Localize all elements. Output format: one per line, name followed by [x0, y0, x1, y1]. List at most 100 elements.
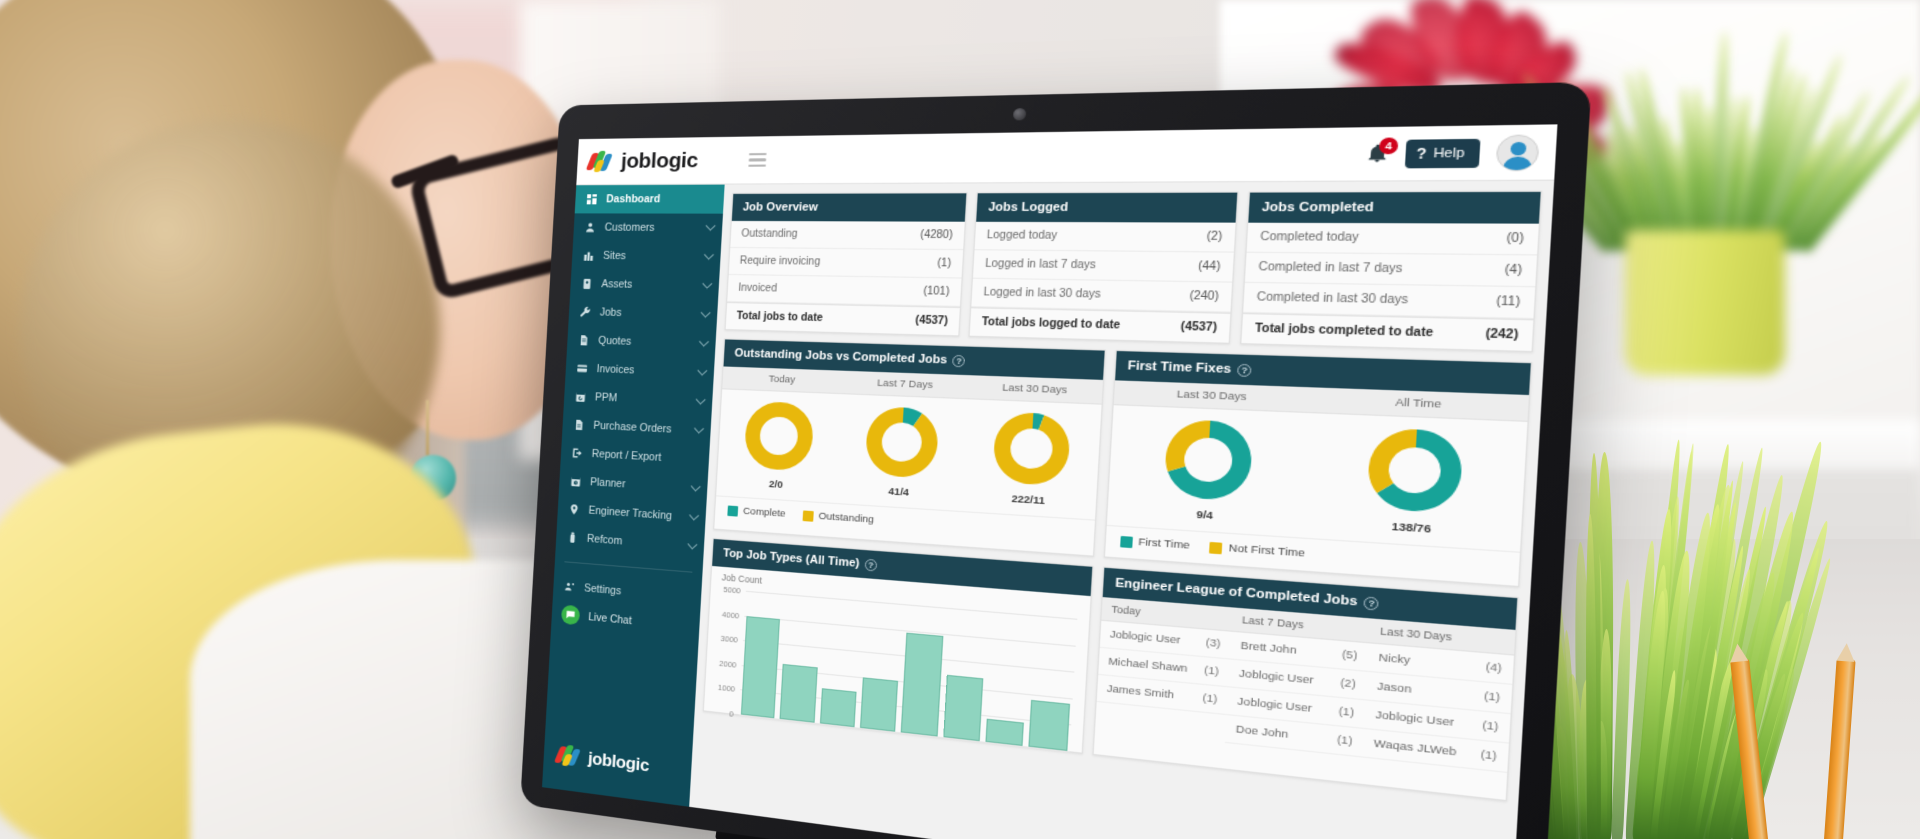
chevron-down-icon[interactable] — [691, 481, 701, 491]
engineer-name: Waqas JLWeb — [1373, 737, 1456, 759]
bar-chart-plot: 5000 4000 3000 2000 1000 0 — [739, 591, 1077, 751]
chevron-down-icon[interactable] — [704, 249, 714, 259]
legend-label: Complete — [743, 505, 786, 519]
engineer-name: James Smith — [1106, 683, 1174, 702]
chevron-down-icon[interactable] — [701, 307, 711, 317]
engineer-name: Michael Shawn — [1108, 655, 1188, 675]
monitor: joblogic 4 ? Help Dashboard Customers Si… — [540, 105, 1420, 805]
engineer-count: (3) — [1205, 637, 1220, 651]
engineer-name: Joblogic User — [1237, 695, 1312, 715]
app-logo[interactable]: joblogic — [588, 148, 739, 174]
document-icon — [577, 334, 590, 347]
donut-chart — [864, 395, 940, 488]
engineer-count: (1) — [1337, 733, 1353, 748]
chevron-down-icon[interactable] — [697, 365, 707, 375]
windowsill-grass-plant — [1585, 10, 1815, 250]
card-job-overview: Job Overview Outstanding (4280) Require in… — [725, 192, 968, 336]
sidebar-item-dashboard[interactable]: Dashboard — [575, 185, 725, 214]
export-icon — [570, 446, 583, 460]
stat-label: Total jobs completed to date — [1255, 323, 1434, 340]
chevron-down-icon[interactable] — [696, 394, 706, 404]
stat-label: Completed today — [1260, 231, 1359, 245]
stat-row: Completed today (0) — [1247, 223, 1539, 256]
notification-bell-icon[interactable]: 4 — [1365, 142, 1390, 166]
stat-list: Completed today (0) Completed in last 7 da… — [1241, 223, 1539, 351]
stat-row: Logged today (2) — [975, 222, 1236, 253]
bar[interactable] — [943, 675, 983, 741]
donut-value-label: 41/4 — [888, 486, 910, 508]
stat-row: Logged in last 7 days (44) — [973, 250, 1234, 282]
sidebar-item-label: Report / Export — [591, 448, 661, 464]
bar[interactable] — [820, 688, 857, 727]
app-body: Dashboard Customers Sites Assets Jobs Quotes I… — [542, 181, 1554, 839]
dashboard-grid-icon — [585, 193, 598, 206]
bar[interactable] — [1029, 699, 1070, 751]
bar[interactable] — [985, 718, 1024, 746]
help-button-label: Help — [1433, 146, 1465, 161]
stat-label: Require invoicing — [739, 255, 820, 268]
help-circle-icon[interactable]: ? — [952, 354, 965, 366]
help-circle-icon[interactable]: ? — [1237, 363, 1252, 376]
bar[interactable] — [860, 677, 898, 732]
bar[interactable] — [741, 616, 780, 719]
main-content: Job Overview Outstanding (4280) Require in… — [689, 181, 1554, 839]
engineer-count: (1) — [1482, 719, 1499, 734]
chevron-down-icon[interactable] — [689, 510, 699, 520]
chevron-down-icon[interactable] — [694, 423, 704, 433]
sidebar-item-assets[interactable]: Assets — [570, 270, 720, 301]
donut-chart — [743, 390, 815, 481]
legend-swatch — [802, 510, 813, 521]
donut-column: Last 7 Days 41/4 — [836, 371, 970, 511]
stat-label: Invoiced — [738, 282, 777, 294]
hamburger-menu-icon[interactable] — [748, 153, 766, 167]
stat-label: Completed in last 7 days — [1258, 261, 1403, 276]
bar[interactable] — [780, 664, 817, 723]
legend-item: First Time — [1120, 535, 1190, 552]
sidebar-item-sites[interactable]: Sites — [571, 241, 721, 271]
sidebar-item-customers[interactable]: Customers — [573, 213, 723, 242]
donut-column: Today 2/0 — [716, 366, 843, 503]
donut-period-label: Last 7 Days — [842, 371, 970, 400]
help-circle-icon[interactable]: ? — [865, 558, 878, 571]
settings-user-icon — [563, 580, 576, 594]
joblogic-dashboard-app: joblogic 4 ? Help Dashboard Customers Si… — [542, 124, 1557, 839]
donut-period-label: Today — [722, 366, 843, 394]
card-jobs-logged: Jobs Logged Logged today (2) Logged in las… — [968, 191, 1238, 343]
league-column: Today Joblogic User (3) Michael Shawn (1) Jam… — [1095, 597, 1233, 743]
y-axis-tick: 1000 — [718, 683, 736, 694]
engineer-count: (1) — [1480, 748, 1497, 763]
stat-label: Logged in last 30 days — [983, 287, 1101, 301]
help-button[interactable]: ? Help — [1405, 138, 1481, 168]
map-pin-icon — [567, 502, 580, 516]
donut-chart — [1366, 416, 1465, 525]
sidebar-item-label: Jobs — [600, 306, 622, 319]
league-column: Last 7 Days Brett John (5) Joblogic User (2)… — [1225, 607, 1370, 757]
card-title: Jobs Completed — [1248, 192, 1540, 224]
donut-columns: Today 2/0 Last 7 Days 41/4 Last 30 Days 222/1… — [716, 366, 1102, 519]
chevron-down-icon[interactable] — [702, 278, 712, 288]
sidebar-item-label: Refcom — [587, 533, 623, 548]
donut-value-label: 2/0 — [768, 479, 783, 500]
stat-label: Total jobs to date — [736, 311, 823, 325]
sidebar-item-label: Planner — [590, 476, 626, 490]
help-circle-icon[interactable]: ? — [1364, 596, 1379, 610]
donut-value-label: 222/11 — [1011, 493, 1046, 516]
donut-columns: Last 30 Days 9/4 All Time 138/76 — [1106, 380, 1529, 551]
legend-label: Outstanding — [818, 510, 874, 525]
chevron-down-icon[interactable] — [687, 539, 697, 549]
user-avatar-icon[interactable] — [1495, 134, 1539, 171]
stat-value: (4537) — [915, 315, 948, 328]
y-axis-tick: 3000 — [720, 633, 738, 644]
legend-item: Outstanding — [802, 509, 874, 526]
chevron-down-icon[interactable] — [699, 336, 709, 346]
bar[interactable] — [901, 633, 943, 737]
y-axis-tick: 0 — [729, 709, 734, 719]
stat-row-total: Total jobs completed to date (242) — [1241, 313, 1533, 351]
card-engineer-league: Engineer League of Completed Jobs ? Toda… — [1092, 566, 1519, 801]
engineer-name: Brett John — [1240, 640, 1297, 658]
donut-column: Last 30 Days 222/11 — [962, 375, 1103, 519]
sidebar-item-jobs[interactable]: Jobs — [568, 298, 718, 330]
chevron-down-icon[interactable] — [706, 220, 716, 230]
stat-value: (1) — [937, 258, 951, 270]
user-icon — [583, 221, 596, 234]
